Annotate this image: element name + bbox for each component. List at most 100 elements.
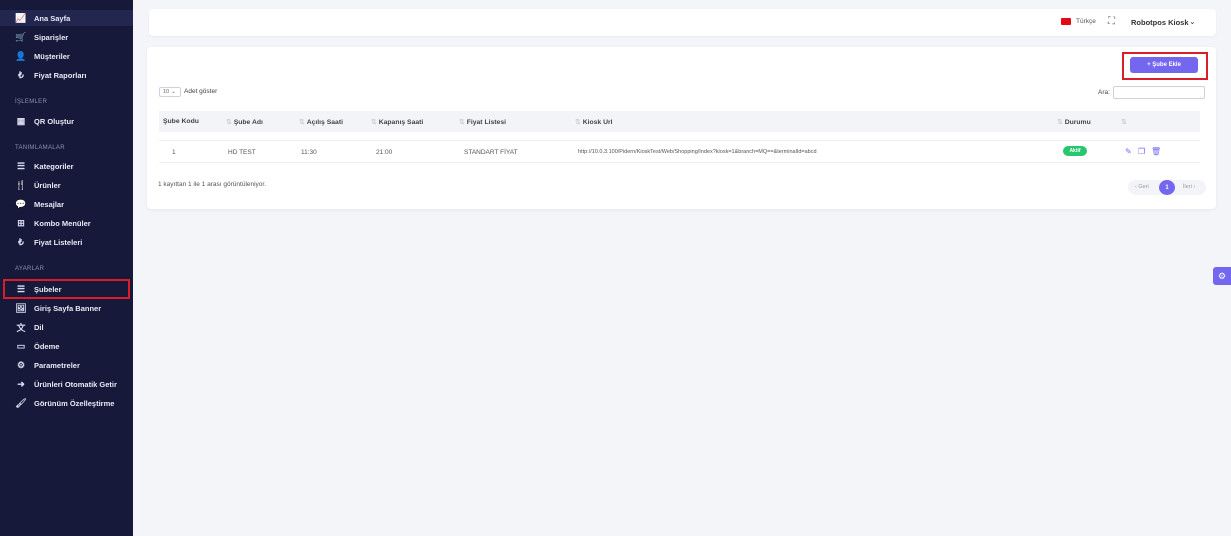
cell-branch-code: 1	[172, 149, 176, 156]
col-header-kiosk-url[interactable]: ⇅ Kiosk Url	[575, 118, 613, 126]
turkish-flag-icon[interactable]	[1061, 18, 1071, 25]
col-header-durumu[interactable]: ⇅ Durumu	[1057, 118, 1091, 126]
top-navbar: Türkçe ⛶ Robotpos Kiosk ⌄	[149, 9, 1216, 36]
sidebar-item-urunler[interactable]: 🍴 Ürünler	[0, 177, 133, 193]
sort-icon: ⇅	[299, 119, 305, 126]
fullscreen-icon[interactable]: ⛶	[1108, 16, 1115, 27]
prev-page-button[interactable]: ‹ Geri	[1135, 184, 1149, 190]
sidebar-item-label: Giriş Sayfa Banner	[34, 303, 102, 313]
lira-icon: ₺	[18, 69, 24, 80]
lira-icon: ₺	[18, 236, 24, 247]
search-label: Ara:	[1098, 89, 1110, 96]
page-size-select[interactable]: 10 ⌄	[159, 87, 181, 97]
list-icon: ☰	[16, 160, 26, 171]
sidebar-section-ayarlar: AYARLAR	[15, 266, 45, 272]
sort-icon: ⇅	[371, 119, 377, 126]
sidebar-item-odeme[interactable]: ▭ Ödeme	[0, 338, 133, 354]
user-menu[interactable]: Robotpos Kiosk	[1131, 18, 1189, 27]
sidebar-section-islemler: İŞLEMLER	[15, 99, 48, 105]
sidebar-item-label: Ürünleri Otomatik Getir	[34, 379, 117, 389]
status-badge: Aktif	[1063, 146, 1087, 156]
sidebar-item-urunleri-otomatik-getir[interactable]: ➜ Ürünleri Otomatik Getir	[0, 376, 133, 392]
page-size-label: Adet göster	[184, 88, 218, 95]
image-icon: 🖼	[15, 302, 27, 313]
sidebar-item-label: Mesajlar	[34, 199, 65, 209]
brush-icon: 🖌	[15, 397, 27, 408]
next-page-button[interactable]: İleri ›	[1183, 184, 1195, 190]
chart-line-icon: 📈	[15, 12, 27, 23]
sidebar-item-kombo-menuler[interactable]: ⊞ Kombo Menüler	[0, 215, 133, 231]
language-selector[interactable]: Türkçe	[1076, 18, 1096, 25]
sidebar-item-musteriler[interactable]: 👤 Müşteriler	[0, 48, 133, 64]
copy-icon[interactable]: ❐	[1138, 147, 1145, 156]
table-row: 1 HD TEST 11:30 21:00 STANDART FİYAT htt…	[159, 140, 1200, 163]
table-info: 1 kayıttan 1 ile 1 arası görüntüleniyor.	[158, 181, 267, 188]
qr-icon: ▦	[16, 115, 26, 126]
subeler-highlight-box	[3, 279, 130, 299]
sidebar: 📈 Ana Sayfa 🛒 Siparişler 👤 Müşteriler ₺ …	[0, 0, 133, 536]
sidebar-item-label: QR Oluştur	[34, 116, 75, 126]
sidebar-item-siparisler[interactable]: 🛒 Siparişler	[0, 29, 133, 45]
utensils-icon: 🍴	[15, 179, 27, 190]
sidebar-section-tanimlamalar: TANIMLAMALAR	[15, 145, 65, 151]
col-header-kapanis-saati[interactable]: ⇅ Kapanış Saati	[371, 118, 423, 126]
col-header-fiyat-listesi[interactable]: ⇅ Fiyat Listesi	[459, 118, 506, 126]
sidebar-item-label: Dil	[34, 322, 44, 332]
credit-card-icon: ▭	[16, 340, 26, 351]
col-header-actions: ⇅	[1121, 118, 1129, 126]
chat-icon: 💬	[15, 198, 27, 209]
sidebar-item-label: Ödeme	[34, 341, 60, 351]
sidebar-item-mesajlar[interactable]: 💬 Mesajlar	[0, 196, 133, 212]
sidebar-item-fiyat-listeleri[interactable]: ₺ Fiyat Listeleri	[0, 234, 133, 250]
sidebar-item-label: Parametreler	[34, 360, 80, 370]
sidebar-item-label: Görünüm Özelleştirme	[34, 398, 115, 408]
chevron-down-icon: ⌄	[171, 89, 176, 95]
sidebar-item-dil[interactable]: 文 Dil	[0, 319, 133, 335]
sign-in-icon: ➜	[17, 378, 25, 389]
sidebar-item-label: Ana Sayfa	[34, 13, 71, 23]
sidebar-item-label: Ürünler	[34, 180, 61, 190]
trash-icon[interactable]: 🗑	[1151, 147, 1161, 156]
gears-icon: ⚙	[16, 359, 26, 370]
branches-card: + Şube Ekle 10 ⌄ Adet göster Ara: Şube K…	[147, 47, 1216, 209]
customizer-gear-icon[interactable]: ⚙	[1213, 267, 1231, 285]
chevron-down-icon[interactable]: ⌄	[1189, 17, 1196, 26]
col-header-sube-kodu[interactable]: Şube Kodu	[163, 118, 199, 125]
sort-icon: ⇅	[575, 119, 581, 126]
sort-icon: ⇅	[459, 119, 465, 126]
sidebar-item-gorunum-ozellestirme[interactable]: 🖌 Görünüm Özelleştirme	[0, 395, 133, 411]
sidebar-item-ana-sayfa[interactable]: 📈 Ana Sayfa	[0, 10, 133, 26]
pagination: ‹ Geri 1 İleri ›	[1128, 180, 1206, 195]
sidebar-item-label: Siparişler	[34, 32, 69, 42]
sort-icon: ⇅	[1121, 119, 1127, 126]
sidebar-item-label: Müşteriler	[34, 51, 70, 61]
sidebar-item-parametreler[interactable]: ⚙ Parametreler	[0, 357, 133, 373]
cell-open-time: 11:30	[301, 149, 317, 156]
sidebar-item-label: Kombo Menüler	[34, 218, 91, 228]
sort-icon: ⇅	[1057, 119, 1063, 126]
sidebar-item-kategoriler[interactable]: ☰ Kategoriler	[0, 158, 133, 174]
edit-icon[interactable]: ✎	[1125, 147, 1132, 156]
page-size-value: 10	[163, 89, 170, 95]
page-1-button[interactable]: 1	[1159, 180, 1175, 195]
search-input[interactable]	[1113, 86, 1205, 99]
user-icon: 👤	[15, 50, 27, 61]
cell-price-list: STANDART FİYAT	[464, 149, 518, 156]
sidebar-item-label: Fiyat Raporları	[34, 70, 87, 80]
sort-icon: ⇅	[226, 119, 232, 126]
sidebar-item-qr-olustur[interactable]: ▦ QR Oluştur	[0, 113, 133, 129]
cell-close-time: 21:00	[376, 149, 393, 156]
cart-icon: 🛒	[15, 31, 27, 42]
col-header-sube-adi[interactable]: ⇅ Şube Adı	[226, 118, 263, 126]
sidebar-item-label: Kategoriler	[34, 161, 74, 171]
cell-branch-name: HD TEST	[228, 149, 256, 156]
combo-icon: ⊞	[17, 217, 25, 228]
add-branch-button[interactable]: + Şube Ekle	[1130, 57, 1198, 73]
sidebar-item-label: Fiyat Listeleri	[34, 237, 83, 247]
col-header-acilis-saati[interactable]: ⇅ Açılış Saati	[299, 118, 343, 126]
cell-kiosk-url[interactable]: http://10.0.3.100/Pidern/KioskTest/Web/S…	[578, 149, 817, 155]
sidebar-item-giris-sayfa-banner[interactable]: 🖼 Giriş Sayfa Banner	[0, 300, 133, 316]
table-header: Şube Kodu ⇅ Şube Adı ⇅ Açılış Saati ⇅ Kapan…	[159, 111, 1200, 132]
language-icon: 文	[16, 322, 26, 333]
sidebar-item-fiyat-raporlari[interactable]: ₺ Fiyat Raporları	[0, 67, 133, 83]
